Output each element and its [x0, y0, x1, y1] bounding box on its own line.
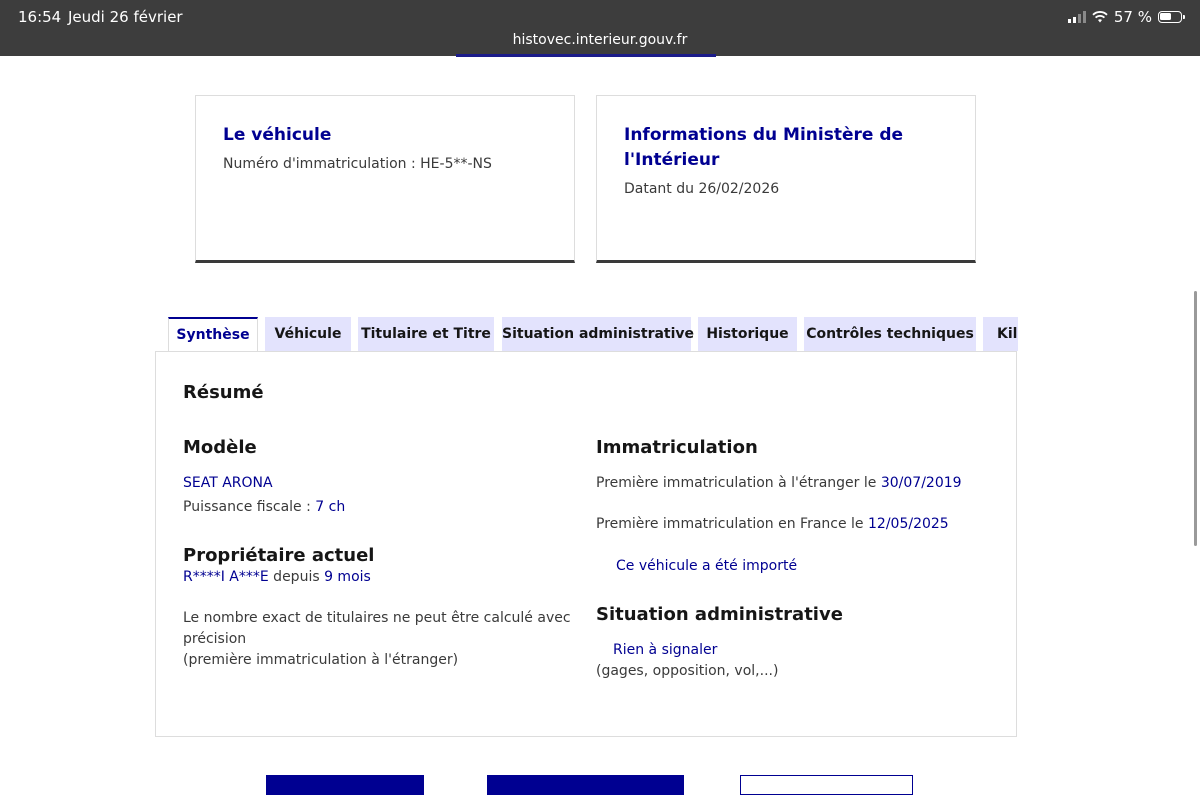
- vehicle-card: Le véhicule Numéro d'immatriculation : H…: [195, 95, 575, 263]
- owner-name: R****I A***E: [183, 569, 269, 585]
- owner-heading: Propriétaire actuel: [183, 545, 375, 566]
- owner-since-label: depuis: [268, 569, 325, 585]
- status-date: Jeudi 26 février: [68, 8, 183, 26]
- model-name: SEAT ARONA: [183, 475, 273, 491]
- model-heading: Modèle: [183, 437, 257, 458]
- registration-number: Numéro d'immatriculation : HE-5**-NS: [223, 156, 492, 172]
- summary-title: Résumé: [183, 382, 264, 403]
- wifi-icon: [1092, 11, 1108, 23]
- data-date: Datant du 26/02/2026: [624, 181, 780, 197]
- tab-controles-techniques[interactable]: Contrôles techniques: [804, 317, 976, 351]
- tab-historique[interactable]: Historique: [698, 317, 797, 351]
- admin-status: Rien à signaler: [613, 642, 718, 658]
- ministry-card-title: Informations du Ministère de l'Intérieur: [624, 125, 904, 170]
- foreign-registration-label: Première immatriculation à l'étranger le: [596, 475, 881, 491]
- tab-situation-administrative[interactable]: Situation administrative: [502, 317, 694, 351]
- page-top-indicator: [456, 54, 716, 57]
- france-registration-label: Première immatriculation en France le: [596, 516, 868, 532]
- admin-status-detail: (gages, opposition, vol,...): [596, 663, 779, 679]
- registration-heading: Immatriculation: [596, 437, 758, 458]
- fiscal-power-value: 7 ch: [315, 499, 346, 515]
- admin-situation-heading: Situation administrative: [596, 604, 843, 625]
- owner-count-note-line1: Le nombre exact de titulaires ne peut êt…: [183, 610, 571, 626]
- imported-notice: Ce véhicule a été importé: [616, 558, 798, 574]
- report-tabs: Synthèse Véhicule Titulaire et Titre Sit…: [168, 317, 1018, 351]
- status-time: 16:54: [18, 8, 62, 26]
- france-registration: Première immatriculation en France le 12…: [596, 514, 949, 535]
- battery-icon: [1158, 11, 1185, 23]
- foreign-registration-date: 30/07/2019: [880, 475, 962, 491]
- primary-action-button-1[interactable]: [266, 775, 424, 795]
- tab-titulaire-titre[interactable]: Titulaire et Titre: [358, 317, 494, 351]
- owner-line: R****I A***E depuis 9 mois: [183, 567, 371, 588]
- browser-status-bar: 16:54 Jeudi 26 février 57 % histovec.int…: [0, 0, 1200, 56]
- synthese-panel: Résumé Modèle SEAT ARONA Puissance fisca…: [155, 351, 1017, 737]
- primary-action-button-2[interactable]: [487, 775, 684, 795]
- tab-kilometrage[interactable]: Kilométrage: [983, 317, 1018, 351]
- address-bar-url[interactable]: histovec.interieur.gouv.fr: [0, 32, 1200, 48]
- france-registration-date: 12/05/2025: [868, 516, 949, 532]
- fiscal-power-label: Puissance fiscale :: [183, 499, 316, 515]
- tab-vehicule[interactable]: Véhicule: [265, 317, 351, 351]
- secondary-action-button[interactable]: [740, 775, 913, 795]
- fiscal-power: Puissance fiscale : 7 ch: [183, 497, 345, 518]
- page-scrollbar[interactable]: [1194, 291, 1197, 546]
- owner-since-value: 9 mois: [324, 569, 371, 585]
- cellular-signal-icon: [1067, 11, 1086, 23]
- vehicle-card-title: Le véhicule: [223, 125, 332, 145]
- battery-percentage: 57 %: [1113, 8, 1152, 26]
- owner-count-note-line3: (première immatriculation à l'étranger): [183, 652, 459, 668]
- ministry-info-card: Informations du Ministère de l'Intérieur…: [596, 95, 976, 263]
- status-indicators: 57 %: [1067, 8, 1185, 26]
- foreign-registration: Première immatriculation à l'étranger le…: [596, 473, 962, 494]
- tab-synthese[interactable]: Synthèse: [168, 317, 258, 351]
- owner-count-note-line2: précision: [183, 631, 247, 647]
